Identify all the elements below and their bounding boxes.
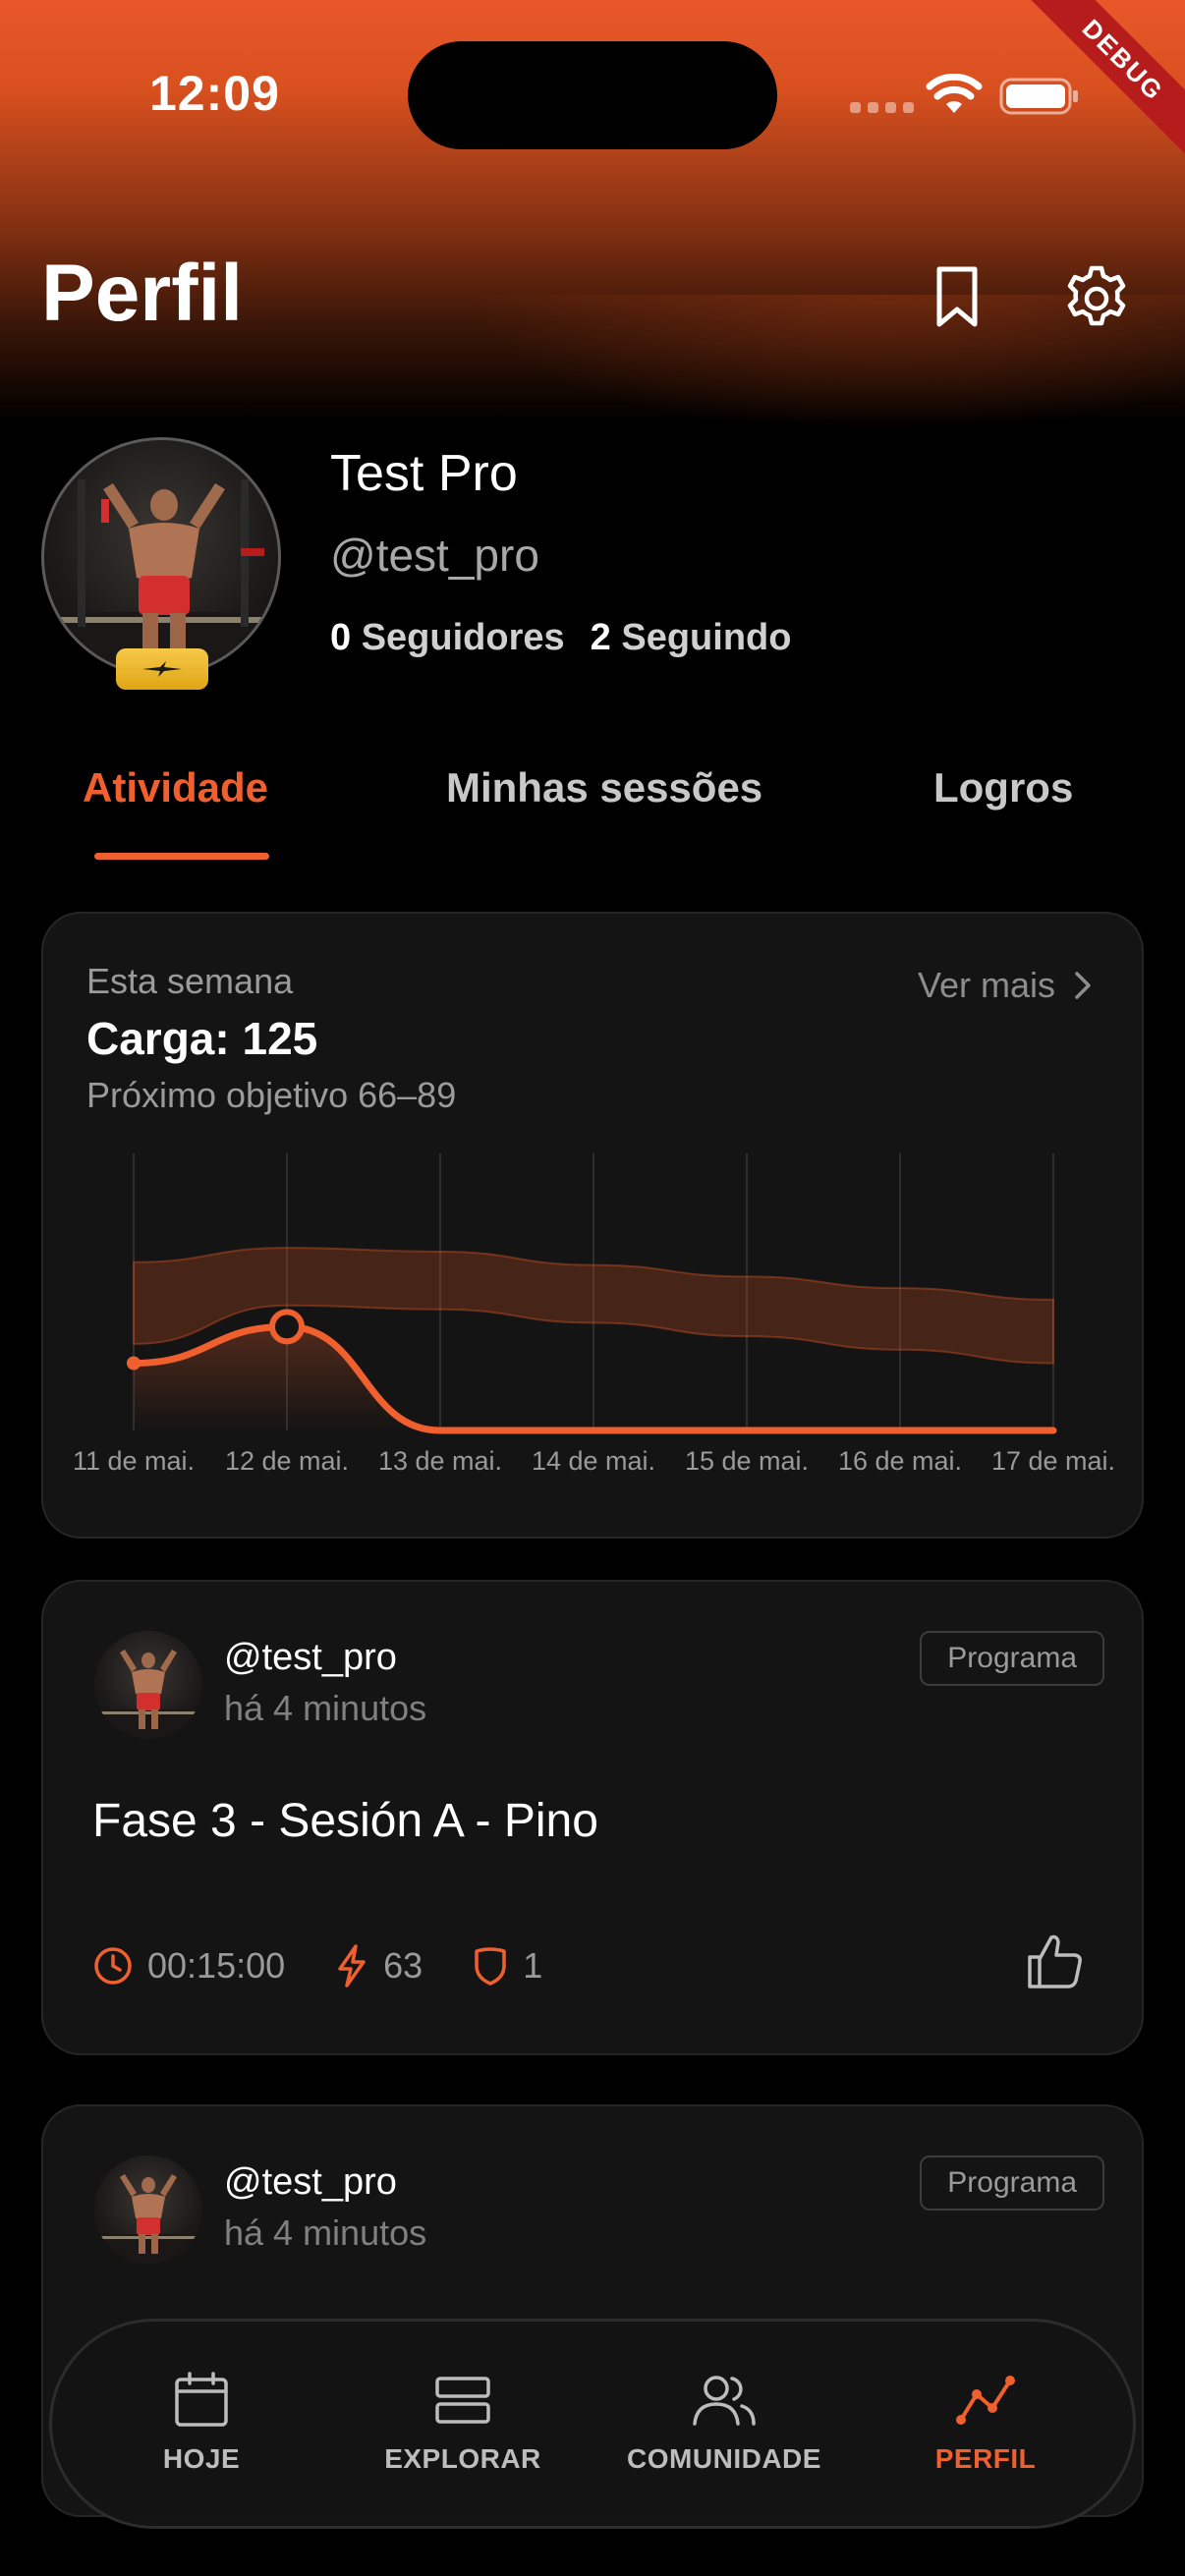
avatar[interactable] <box>41 437 281 677</box>
battery-icon <box>999 78 1078 115</box>
highlight-point <box>269 1309 305 1345</box>
x-tick-label: 17 de mai. <box>991 1446 1115 1476</box>
community-icon <box>693 2376 756 2426</box>
load-value: 63 <box>383 1945 423 1986</box>
nav-label: HOJE <box>162 2443 241 2474</box>
nav-label: PERFIL <box>934 2443 1037 2474</box>
program-chip: Programa <box>920 1631 1104 1686</box>
duration-value: 00:15:00 <box>147 1945 286 1986</box>
clock-icon <box>94 1947 132 1985</box>
page-title: Perfil <box>41 249 244 338</box>
lightning-badge-icon <box>142 661 182 677</box>
bottom-navigation: HOJE EXPLORAR COMUNIDADE PERFIL <box>49 2319 1136 2529</box>
tab-atividade[interactable]: Atividade <box>83 764 268 812</box>
weekly-load-card: Esta semana Carga: 125 Próximo objetivo … <box>41 912 1144 1539</box>
following-count: 2 <box>590 617 611 658</box>
nav-label: COMUNIDADE <box>627 2443 821 2474</box>
activity-chart-icon <box>956 2376 1015 2425</box>
session-metrics: 00:15:00 63 1 <box>92 1943 592 1988</box>
followers-label: Seguidores <box>361 617 565 658</box>
post-avatar[interactable] <box>94 2156 202 2264</box>
count-value: 1 <box>523 1945 543 1986</box>
followers-count: 0 <box>330 617 352 658</box>
profile-name: Test Pro <box>330 445 518 502</box>
tab-minhas-sessoes[interactable]: Minhas sessões <box>446 764 762 812</box>
post-avatar[interactable] <box>94 1631 202 1739</box>
post-avatar-photo <box>94 1650 202 1739</box>
program-chip: Programa <box>920 2156 1104 2211</box>
shield-icon <box>475 1947 506 1986</box>
x-tick-label: 16 de mai. <box>838 1446 962 1476</box>
tab-logros[interactable]: Logros <box>933 764 1073 812</box>
x-tick-label: 14 de mai. <box>532 1446 655 1476</box>
lightning-icon <box>338 1944 366 1988</box>
session-post-card[interactable]: @test_pro há 4 minutos Programa Fase 3 -… <box>41 1580 1144 2055</box>
x-tick-label: 13 de mai. <box>378 1446 502 1476</box>
data-point <box>127 1356 141 1371</box>
bookmark-icon[interactable] <box>928 263 987 332</box>
x-tick-label: 15 de mai. <box>685 1446 809 1476</box>
gear-icon[interactable] <box>1061 263 1132 334</box>
followers-stat[interactable]: 0 Seguidores <box>330 617 565 659</box>
cellular-signal-icon <box>850 102 914 113</box>
count-metric: 1 <box>472 1944 542 1988</box>
duration-metric: 00:15:00 <box>92 1945 285 1987</box>
following-label: Seguindo <box>621 617 792 658</box>
post-timestamp: há 4 minutos <box>224 1688 427 1728</box>
thumbs-up-icon[interactable] <box>1024 1930 1087 1992</box>
nav-label: EXPLORAR <box>384 2443 541 2474</box>
load-metric: 63 <box>334 1943 423 1988</box>
profile-handle: @test_pro <box>330 530 539 581</box>
explore-icon <box>435 2377 490 2424</box>
post-timestamp: há 4 minutos <box>224 2212 427 2253</box>
weekly-load-chart: 11 de mai. 12 de mai. 13 de mai. 14 de mai.… <box>73 1153 1115 1476</box>
x-tick-label: 12 de mai. <box>225 1446 349 1476</box>
status-time: 12:09 <box>149 66 280 121</box>
nav-hoje[interactable]: HOJE <box>93 2371 310 2475</box>
nav-perfil[interactable]: PERFIL <box>877 2371 1094 2475</box>
profile-stats: 0 Seguidores 2 Seguindo <box>330 617 791 659</box>
dynamic-island <box>408 41 777 149</box>
nav-explorar[interactable]: EXPLORAR <box>355 2371 571 2475</box>
post-avatar-photo <box>94 2174 202 2264</box>
avatar-photo <box>44 479 278 674</box>
post-username[interactable]: @test_pro <box>224 1637 397 1679</box>
session-title: Fase 3 - Sesión A - Pino <box>92 1795 598 1847</box>
pro-badge <box>116 648 208 690</box>
wifi-icon <box>926 74 983 113</box>
calendar-icon <box>175 2372 228 2427</box>
x-tick-label: 11 de mai. <box>73 1446 195 1476</box>
post-username[interactable]: @test_pro <box>224 2161 397 2204</box>
active-tab-indicator <box>94 853 269 860</box>
following-stat[interactable]: 2 Seguindo <box>591 617 792 659</box>
nav-comunidade[interactable]: COMUNIDADE <box>616 2371 832 2475</box>
